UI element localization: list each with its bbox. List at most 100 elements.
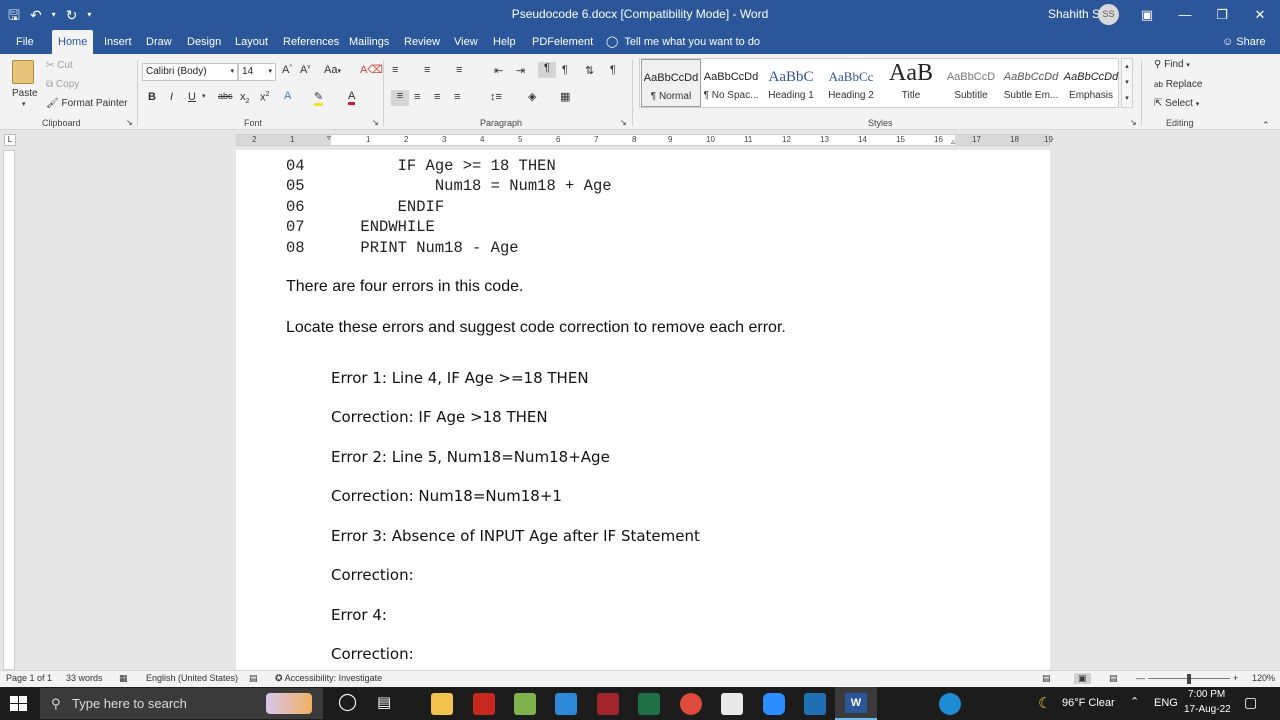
- zoom-app-icon[interactable]: [763, 693, 785, 715]
- notepad-icon[interactable]: [721, 693, 743, 715]
- style-title[interactable]: AaB Title: [881, 59, 941, 107]
- chrome-icon[interactable]: [680, 693, 702, 715]
- find-button[interactable]: ⚲ Find ▾: [1154, 59, 1190, 70]
- proofing-icon[interactable]: ▦: [119, 673, 128, 684]
- tell-me-search[interactable]: ◯ Tell me what you want to do: [606, 30, 760, 54]
- document-page[interactable]: 04 IF Age >= 18 THEN 05 Num18 = Num18 + …: [236, 150, 1050, 670]
- style-subtle-emphasis[interactable]: AaBbCcDd Subtle Em...: [1001, 59, 1061, 107]
- help-app-icon[interactable]: [939, 693, 961, 715]
- clock-time[interactable]: 7:00 PM: [1188, 689, 1225, 700]
- italic-icon[interactable]: I: [170, 91, 173, 103]
- align-left-icon[interactable]: ≡: [391, 90, 409, 106]
- tab-review[interactable]: Review: [398, 30, 446, 54]
- grow-font-icon[interactable]: A^: [282, 64, 292, 76]
- borders-icon[interactable]: ▦: [560, 90, 570, 103]
- accessibility-status[interactable]: ✪ Accessibility: Investigate: [275, 673, 382, 684]
- share-button[interactable]: ☺ Share: [1222, 30, 1266, 54]
- windows-start-icon[interactable]: [8, 694, 30, 714]
- decrease-indent-icon[interactable]: ⇤: [494, 64, 503, 77]
- zoom-level[interactable]: 120%: [1252, 673, 1275, 683]
- photos-app-icon[interactable]: [514, 693, 536, 715]
- paste-icon[interactable]: [12, 60, 34, 84]
- font-launcher-icon[interactable]: ↘: [372, 118, 379, 127]
- tab-references[interactable]: References: [277, 30, 345, 54]
- style-normal[interactable]: AaBbCcDd ¶ Normal: [641, 59, 701, 107]
- read-mode-icon[interactable]: ▤: [1042, 673, 1051, 684]
- change-case-icon[interactable]: Aa▾: [324, 64, 341, 76]
- close-button[interactable]: ✕: [1247, 4, 1273, 26]
- acrobat-icon[interactable]: [473, 693, 495, 715]
- notifications-icon[interactable]: ▢: [1244, 694, 1257, 711]
- right-indent-marker-icon[interactable]: ▵: [951, 137, 955, 146]
- taskbar-search-input[interactable]: ⚲ Type here to search: [40, 688, 323, 719]
- tab-selector-icon[interactable]: L: [4, 134, 16, 146]
- tab-help[interactable]: Help: [487, 30, 522, 54]
- zoom-slider-thumb[interactable]: [1187, 674, 1191, 684]
- ltr-paragraph-icon[interactable]: ¶: [538, 62, 556, 78]
- tab-view[interactable]: View: [448, 30, 484, 54]
- styles-launcher-icon[interactable]: ↘: [1130, 118, 1137, 127]
- align-right-icon[interactable]: ≡: [434, 91, 440, 103]
- tab-design[interactable]: Design: [181, 30, 227, 54]
- ribbon-display-options-icon[interactable]: ▣: [1134, 4, 1160, 26]
- minimize-button[interactable]: —: [1172, 4, 1198, 26]
- subscript-icon[interactable]: x2: [240, 91, 249, 105]
- left-indent-marker-icon[interactable]: ▿: [327, 133, 331, 142]
- styles-scroll[interactable]: ▴ ▾ ▾: [1121, 58, 1133, 108]
- copy-button[interactable]: ⧉ Copy: [46, 79, 79, 90]
- access-icon[interactable]: [597, 693, 619, 715]
- rtl-paragraph-icon[interactable]: ¶: [562, 64, 568, 76]
- replace-button[interactable]: ab Replace: [1154, 79, 1202, 90]
- tab-layout[interactable]: Layout: [229, 30, 274, 54]
- tab-insert[interactable]: Insert: [98, 30, 138, 54]
- highlight-icon[interactable]: ✎: [314, 90, 324, 106]
- whiteboard-icon[interactable]: [804, 693, 826, 715]
- desktop-app-icon[interactable]: [555, 693, 577, 715]
- web-layout-icon[interactable]: ▤: [1109, 673, 1118, 684]
- font-size-select[interactable]: 14 ▾: [238, 63, 276, 81]
- underline-dropdown-icon[interactable]: ▾: [202, 92, 206, 100]
- style-no-spacing[interactable]: AaBbCcDd ¶ No Spac...: [701, 59, 761, 107]
- language-status[interactable]: English (United States): [146, 673, 238, 683]
- collapse-ribbon-icon[interactable]: ⌃: [1262, 120, 1270, 131]
- tab-home[interactable]: Home: [52, 30, 94, 54]
- cortana-icon[interactable]: ◯: [338, 692, 357, 712]
- zoom-out-button[interactable]: —: [1136, 673, 1145, 683]
- text-effects-icon[interactable]: A: [284, 90, 291, 102]
- clipboard-launcher-icon[interactable]: ↘: [126, 118, 133, 127]
- select-button[interactable]: ⇱ Select ▾: [1154, 98, 1199, 109]
- tab-draw[interactable]: Draw: [140, 30, 178, 54]
- cut-button[interactable]: ✂ Cut: [46, 60, 73, 71]
- zoom-in-button[interactable]: +: [1233, 673, 1238, 683]
- justify-icon[interactable]: ≡: [454, 91, 460, 103]
- file-explorer-icon[interactable]: [431, 693, 453, 715]
- superscript-icon[interactable]: x2: [260, 91, 269, 104]
- font-family-select[interactable]: Calibri (Body) ▾: [142, 63, 238, 81]
- maximize-button[interactable]: ❐: [1209, 4, 1235, 26]
- clock-date[interactable]: 17-Aug-22: [1184, 704, 1231, 715]
- bullets-icon[interactable]: ≡: [392, 64, 398, 76]
- word-count[interactable]: 33 words: [66, 673, 103, 683]
- tab-file[interactable]: File: [10, 30, 40, 54]
- paragraph-launcher-icon[interactable]: ↘: [620, 118, 627, 127]
- show-formatting-marks-icon[interactable]: ¶: [610, 64, 616, 76]
- input-language[interactable]: ENG: [1154, 697, 1178, 709]
- user-name[interactable]: Shahith S: [1048, 7, 1100, 21]
- paste-dropdown-icon[interactable]: ▾: [22, 100, 26, 108]
- word-taskbar-button[interactable]: W: [835, 687, 877, 720]
- style-emphasis[interactable]: AaBbCcDd Emphasis: [1061, 59, 1121, 107]
- line-spacing-icon[interactable]: ↕≡: [490, 91, 502, 103]
- format-painter-button[interactable]: 🖌 Format Painter: [46, 98, 128, 109]
- shading-icon[interactable]: ◈: [528, 90, 536, 103]
- task-view-icon[interactable]: ▤: [377, 693, 391, 711]
- bold-icon[interactable]: B: [148, 91, 156, 103]
- align-center-icon[interactable]: ≡: [414, 91, 420, 103]
- strikethrough-icon[interactable]: abc: [218, 91, 233, 101]
- paste-button[interactable]: Paste: [12, 88, 38, 99]
- style-heading-1[interactable]: AaBbC Heading 1: [761, 59, 821, 107]
- avatar[interactable]: SS: [1098, 4, 1119, 25]
- font-color-icon[interactable]: A: [348, 90, 356, 105]
- sort-icon[interactable]: ⇅: [585, 64, 594, 77]
- clear-formatting-icon[interactable]: A⌫: [360, 63, 383, 76]
- multilevel-list-icon[interactable]: ≡: [456, 64, 462, 76]
